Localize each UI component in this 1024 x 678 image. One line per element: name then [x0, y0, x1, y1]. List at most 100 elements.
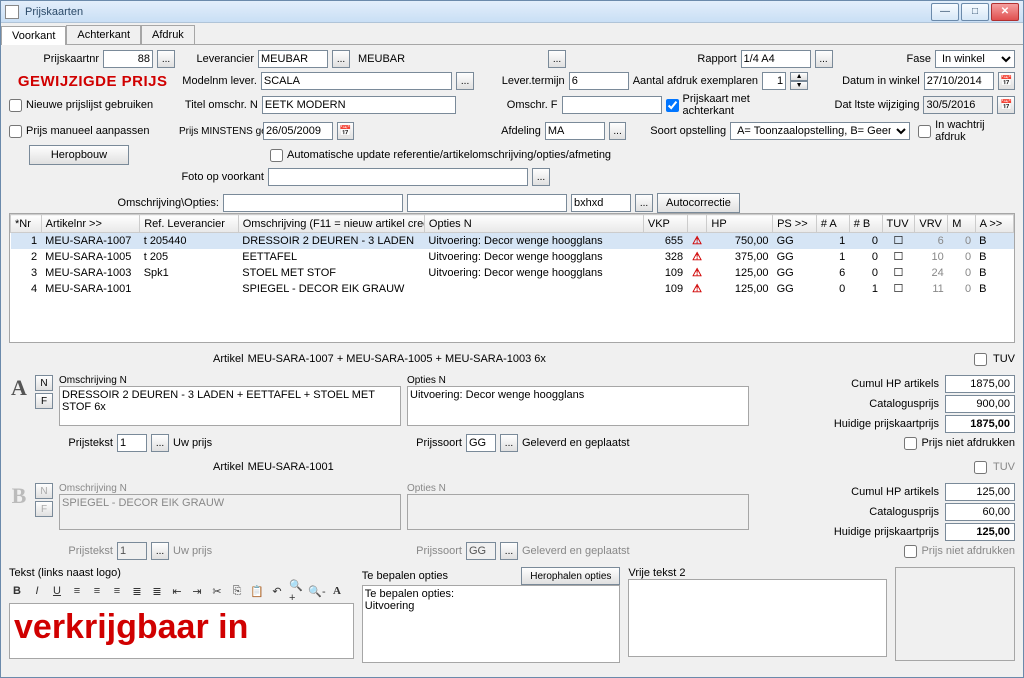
cut-icon[interactable]: ✂ — [209, 583, 225, 599]
grid-col[interactable]: Omschrijving (F11 = nieuw artikel creere… — [238, 215, 424, 233]
filter-opties-input[interactable] — [407, 194, 567, 212]
calendar-icon-2[interactable]: 📅 — [997, 96, 1015, 114]
sectionA-cumul-label: Cumul HP artikels — [851, 378, 939, 390]
list-icon[interactable]: ≣ — [129, 583, 145, 599]
n-button[interactable]: N — [35, 375, 53, 391]
levertermijn-input[interactable] — [569, 72, 629, 90]
wachtrij-checkbox[interactable] — [918, 125, 931, 138]
sectionA-tuv-checkbox[interactable] — [974, 353, 987, 366]
zoom-in-icon[interactable]: 🔍+ — [289, 583, 305, 599]
extra-button-1[interactable]: ... — [548, 50, 566, 68]
table-row[interactable]: 3MEU-SARA-1003Spk1STOEL MET STOFUitvoeri… — [11, 265, 1014, 281]
tab-afdruk[interactable]: Afdruk — [141, 25, 195, 44]
sectionA-niet-afdrukken-checkbox[interactable] — [904, 437, 917, 450]
filter-lookup[interactable]: ... — [635, 194, 653, 212]
undo-icon[interactable]: ↶ — [269, 583, 285, 599]
tekst-editor[interactable]: verkrijgbaar in — [9, 603, 354, 659]
soort-select[interactable]: A= Toonzaalopstelling, B= Geen — [730, 122, 910, 140]
tab-achterkant[interactable]: Achterkant — [66, 25, 141, 44]
grid-col[interactable]: A >> — [975, 215, 1013, 233]
grid-col[interactable]: *Nr — [11, 215, 42, 233]
leverancier-code-input[interactable] — [258, 50, 328, 68]
sectionB-huidige-label: Huidige prijskaartprijs — [834, 526, 939, 538]
sectionA-prijssoort-input[interactable] — [466, 434, 496, 452]
align-right-icon[interactable]: ≡ — [109, 583, 125, 599]
rapport-lookup[interactable]: ... — [815, 50, 833, 68]
fase-select[interactable]: In winkel — [935, 50, 1015, 68]
grid-col[interactable]: VKP — [643, 215, 687, 233]
indent-icon[interactable]: ⇥ — [189, 583, 205, 599]
maximize-button[interactable]: □ — [961, 3, 989, 21]
modelnm-input[interactable] — [261, 72, 453, 90]
tebepalen-label: Te bepalen opties — [362, 570, 448, 582]
grid-col[interactable]: Opties N — [424, 215, 643, 233]
sectionA-omschrijving[interactable]: DRESSOIR 2 DEUREN - 3 LADEN + EETTAFEL +… — [59, 386, 401, 426]
nieuwe-prijslijst-checkbox[interactable] — [9, 99, 22, 112]
foto-lookup[interactable]: ... — [532, 168, 550, 186]
sectionA-opties[interactable]: Uitvoering: Decor wenge hoogglans — [407, 386, 749, 426]
table-row[interactable]: 1MEU-SARA-1007t 205440DRESSOIR 2 DEUREN … — [11, 233, 1014, 249]
herophalen-button[interactable]: Herophalen opties — [521, 567, 620, 585]
grid-col[interactable]: # B — [849, 215, 882, 233]
auto-update-checkbox[interactable] — [270, 149, 283, 162]
heropbouw-button[interactable]: Heropbouw — [29, 145, 129, 165]
prijskaart-achterkant-checkbox[interactable] — [666, 99, 679, 112]
artikel-grid[interactable]: *NrArtikelnr >>Ref. LeverancierOmschrijv… — [9, 213, 1015, 343]
align-center-icon[interactable]: ≡ — [89, 583, 105, 599]
paste-icon[interactable]: 📋 — [249, 583, 265, 599]
tebepalen-textarea[interactable]: Te bepalen opties: Uitvoering — [362, 585, 621, 663]
font-icon[interactable]: A — [329, 583, 345, 599]
table-row[interactable]: 2MEU-SARA-1005t 205EETTAFELUitvoering: D… — [11, 249, 1014, 265]
numbered-list-icon[interactable]: ≣ — [149, 583, 165, 599]
zoom-out-icon[interactable]: 🔍- — [309, 583, 325, 599]
sectionA-prijstekst-input[interactable] — [117, 434, 147, 452]
bold-icon[interactable]: B — [9, 583, 25, 599]
datum-winkel-input[interactable] — [924, 72, 994, 90]
prijskaartnr-lookup[interactable]: ... — [157, 50, 175, 68]
italic-icon[interactable]: I — [29, 583, 45, 599]
afdeling-lookup[interactable]: ... — [609, 122, 626, 140]
aantal-down[interactable]: ▼ — [790, 81, 808, 90]
sectionA-prijssoort-lookup[interactable]: ... — [500, 434, 518, 452]
grid-col[interactable]: PS >> — [773, 215, 817, 233]
omschr-f-input[interactable] — [562, 96, 662, 114]
sectionA-prijstekst-lookup[interactable]: ... — [151, 434, 169, 452]
rapport-input[interactable] — [741, 50, 811, 68]
leverancier-lookup[interactable]: ... — [332, 50, 350, 68]
calendar-icon-1[interactable]: 📅 — [998, 72, 1015, 90]
grid-col[interactable]: M — [948, 215, 975, 233]
vrije-textarea[interactable] — [628, 579, 887, 657]
aantal-up[interactable]: ▲ — [790, 72, 808, 81]
calendar-icon-3[interactable]: 📅 — [337, 122, 354, 140]
minimize-button[interactable]: — — [931, 3, 959, 21]
prijskaartnr-input[interactable] — [103, 50, 153, 68]
outdent-icon[interactable]: ⇤ — [169, 583, 185, 599]
grid-col[interactable]: TUV — [882, 215, 915, 233]
f-button[interactable]: F — [35, 393, 53, 409]
align-left-icon[interactable]: ≡ — [69, 583, 85, 599]
afdeling-input[interactable] — [545, 122, 605, 140]
prijs-manueel-checkbox[interactable] — [9, 125, 22, 138]
grid-col[interactable]: VRV — [915, 215, 948, 233]
filter-omschrijving-input[interactable] — [223, 194, 403, 212]
aantal-input[interactable] — [762, 72, 786, 90]
grid-col[interactable]: Ref. Leverancier — [140, 215, 239, 233]
prijs-minstens-input[interactable] — [263, 122, 333, 140]
sectionB-prijssoort-lookup: ... — [500, 542, 518, 560]
table-row[interactable]: 4MEU-SARA-1001SPIEGEL - DECOR EIK GRAUW1… — [11, 281, 1014, 297]
titel-input[interactable] — [262, 96, 456, 114]
foto-input[interactable] — [268, 168, 528, 186]
copy-icon[interactable]: ⎘ — [229, 583, 245, 599]
autocorrectie-button[interactable]: Autocorrectie — [657, 193, 740, 213]
grid-col[interactable]: # A — [816, 215, 849, 233]
grid-col[interactable]: HP — [707, 215, 773, 233]
sectionA-niet-afdrukken-label: Prijs niet afdrukken — [921, 437, 1015, 449]
sectionB-tuv-checkbox[interactable] — [974, 461, 987, 474]
close-button[interactable]: ✕ — [991, 3, 1019, 21]
underline-icon[interactable]: U — [49, 583, 65, 599]
tab-voorkant[interactable]: Voorkant — [1, 26, 66, 45]
grid-col[interactable] — [687, 215, 707, 233]
filter-bxhxd-input[interactable] — [571, 194, 631, 212]
grid-col[interactable]: Artikelnr >> — [41, 215, 140, 233]
modelnm-lookup[interactable]: ... — [456, 72, 473, 90]
